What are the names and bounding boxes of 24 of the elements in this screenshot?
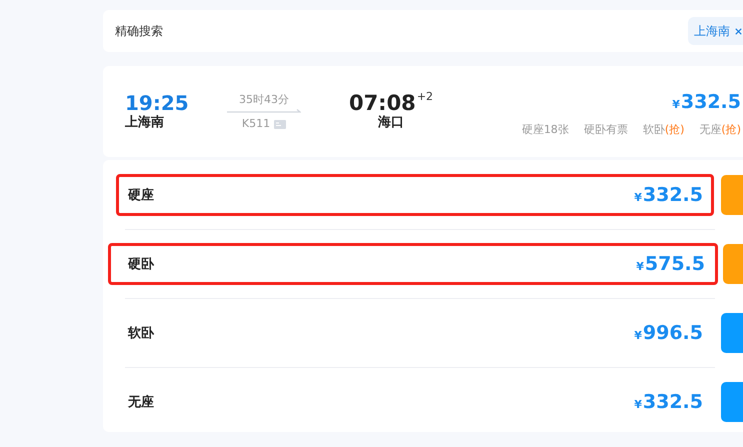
departure-time: 19:25 bbox=[125, 91, 190, 115]
seat-type: 无座 bbox=[128, 394, 154, 411]
day-offset: +2 bbox=[416, 91, 434, 103]
arrival-station: 海口 bbox=[378, 115, 404, 131]
seat-price: ¥332.5 bbox=[634, 391, 703, 413]
seat-type: 软卧 bbox=[128, 325, 154, 342]
seat-availability: 软卧(抢) bbox=[642, 122, 684, 137]
seat-type: 硬卧 bbox=[128, 256, 154, 273]
close-icon[interactable] bbox=[734, 26, 743, 36]
seat-price: ¥996.5 bbox=[634, 322, 703, 344]
duration: 35时43分 bbox=[239, 93, 289, 107]
seat-availability: 无座(抢) bbox=[699, 122, 741, 137]
filter-tag[interactable]: 上海南 bbox=[688, 17, 743, 45]
arrival-time: 07:08 bbox=[348, 91, 416, 115]
seat-availability: 硬卧有票 bbox=[584, 122, 628, 137]
lowest-price: ¥332.5 bbox=[672, 90, 741, 115]
train-number: K511 bbox=[242, 117, 270, 131]
departure-station: 上海南 bbox=[125, 115, 165, 131]
id-card-icon bbox=[274, 120, 286, 128]
seat-price: ¥575.5 bbox=[636, 253, 705, 275]
seat-availability: 硬座18张 bbox=[522, 122, 569, 137]
search-label: 精确搜索 bbox=[115, 22, 163, 40]
seat-type: 硬座 bbox=[128, 186, 154, 204]
seat-price: ¥332.5 bbox=[634, 184, 703, 206]
